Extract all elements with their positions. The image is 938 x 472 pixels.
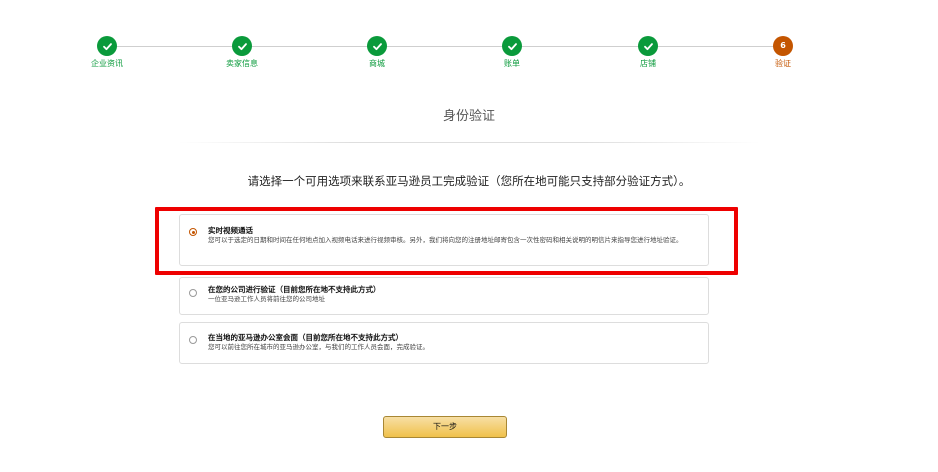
- step-complete-badge: [232, 36, 252, 56]
- step-label: 店铺: [640, 59, 656, 68]
- checkmark-icon: [372, 42, 382, 50]
- step-seller-info: 卖家信息: [212, 36, 272, 69]
- option-description: 您可以于选定的日期和时间在任何地点加入视频电话来进行视频审核。另外，我们将向您的…: [208, 236, 683, 244]
- step-label: 验证: [775, 59, 791, 68]
- step-complete-badge: [502, 36, 522, 56]
- option-text: 实时视频通话 您可以于选定的日期和时间在任何地点加入视频电话来进行视频审核。另外…: [208, 226, 698, 246]
- step-verification: 6 验证: [753, 36, 813, 69]
- checkmark-icon: [102, 42, 112, 50]
- step-complete-badge: [638, 36, 658, 56]
- option-text: 在当地的亚马逊办公室会面（目前您所在地不支持此方式） 您可以前往您所在城市的亚马…: [208, 333, 698, 353]
- step-label: 企业资讯: [91, 59, 123, 68]
- step-billing: 账单: [482, 36, 542, 69]
- progress-stepper: 企业资讯 卖家信息 商城 账单 店铺 6 验证: [0, 36, 938, 76]
- checkmark-icon: [643, 42, 653, 50]
- option-description: 一位亚马逊工作人员将前往您的公司地址: [208, 295, 325, 303]
- option-title: 实时视频通话: [208, 226, 253, 235]
- checkmark-icon: [507, 42, 517, 50]
- radio-button-selected[interactable]: [189, 228, 197, 236]
- radio-button[interactable]: [189, 336, 197, 344]
- step-marketplace: 商城: [347, 36, 407, 69]
- option-office-meeting[interactable]: 在当地的亚马逊办公室会面（目前您所在地不支持此方式） 您可以前往您所在城市的亚马…: [179, 322, 709, 364]
- step-current-badge: 6: [773, 36, 793, 56]
- option-company-visit[interactable]: 在您的公司进行验证（目前您所在地不支持此方式） 一位亚马逊工作人员将前往您的公司…: [179, 277, 709, 315]
- title-divider: [178, 142, 760, 143]
- option-title: 在您的公司进行验证（目前您所在地不支持此方式）: [208, 285, 381, 294]
- option-video-call[interactable]: 实时视频通话 您可以于选定的日期和时间在任何地点加入视频电话来进行视频审核。另外…: [179, 214, 709, 266]
- verification-page: 企业资讯 卖家信息 商城 账单 店铺 6 验证 身份验证 请选择一个可用选项来联…: [0, 0, 938, 472]
- step-company-info: 企业资讯: [77, 36, 137, 69]
- option-description: 您可以前往您所在城市的亚马逊办公室，与我们的工作人员会面，完成验证。: [208, 343, 429, 351]
- checkmark-icon: [237, 42, 247, 50]
- instruction-text: 请选择一个可用选项来联系亚马逊员工完成验证（您所在地可能只支持部分验证方式）。: [247, 174, 691, 188]
- step-label: 账单: [504, 59, 520, 68]
- option-title: 在当地的亚马逊办公室会面（目前您所在地不支持此方式）: [208, 333, 403, 342]
- option-text: 在您的公司进行验证（目前您所在地不支持此方式） 一位亚马逊工作人员将前往您的公司…: [208, 285, 698, 305]
- page-title: 身份验证: [442, 109, 495, 124]
- step-label: 商城: [369, 59, 385, 68]
- next-step-button[interactable]: 下一步: [383, 416, 507, 438]
- step-number: 6: [780, 41, 786, 50]
- stepper-track: [107, 46, 783, 47]
- radio-button[interactable]: [189, 289, 197, 297]
- step-complete-badge: [97, 36, 117, 56]
- step-complete-badge: [367, 36, 387, 56]
- step-store: 店铺: [618, 36, 678, 69]
- step-label: 卖家信息: [226, 59, 258, 68]
